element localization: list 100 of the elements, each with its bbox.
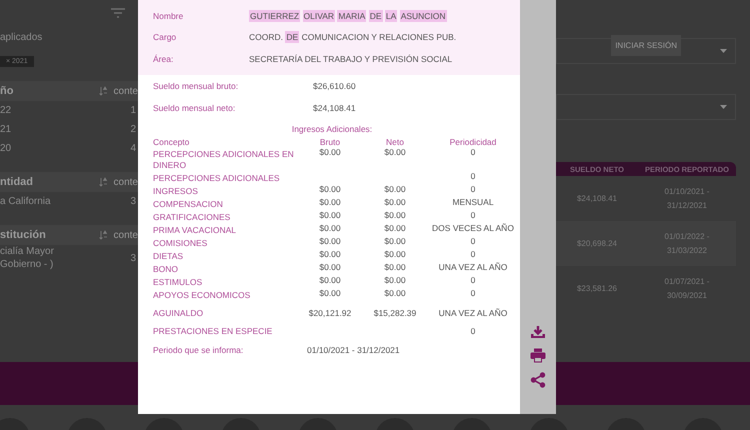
concept-cell-text: GRATIFICACIONES: [153, 210, 232, 222]
table-cell-text: 01/01/2022 - 31/03/2022: [664, 230, 710, 256]
table-cell-text: $0.00: [383, 262, 407, 274]
table-cell-text: $0.00: [318, 274, 342, 286]
section-title: Ingresos Adicionales:: [290, 122, 374, 136]
table-cell-text: $0.00: [383, 288, 407, 300]
filters-label: aplicados: [0, 31, 44, 45]
table-cell-text: 01/07/2021 - 30/09/2021: [664, 276, 710, 302]
facet-count-header: conte: [114, 86, 138, 96]
table-cell-text: 0: [470, 274, 476, 286]
table-cell-text: $0.00: [383, 184, 407, 196]
table-cell-text: 0: [470, 170, 476, 182]
table-cell-text: $0.00: [318, 146, 342, 158]
concept-cell-text: ESTIMULOS: [153, 276, 204, 288]
table-cell-text: $0.00: [318, 196, 342, 208]
facet-item[interactable]: cialía Mayor Gobierno - ): [0, 245, 60, 271]
concept-cell-text: PRESTACIONES EN ESPECIE: [153, 324, 274, 336]
table-cell-text: UNA VEZ AL AÑO: [438, 262, 508, 274]
concept-cell-text: COMPENSACION: [153, 198, 224, 210]
concept-cell-text: PERCEPCIONES ADICIONALES: [153, 172, 281, 184]
column-header: Neto: [385, 136, 405, 146]
sort-icon[interactable]: [98, 86, 108, 96]
field-value: $24,108.41: [313, 102, 357, 112]
field-label: Cargo: [153, 32, 178, 42]
table-cell-text: MENSUAL: [451, 196, 495, 208]
facet-count: 3: [129, 196, 137, 207]
facet-title: ño: [0, 85, 14, 97]
field-label: Sueldo mensual neto:: [153, 102, 236, 112]
table-cell-text: UNA VEZ AL AÑO: [438, 306, 508, 318]
concept-cell-text: INGRESOS: [153, 184, 199, 196]
filter-icon[interactable]: [110, 8, 126, 20]
concept-cell-text: COMISIONES: [153, 236, 208, 248]
table-cell-text: $24,108.41: [576, 194, 618, 203]
facet-item[interactable]: 21: [0, 124, 126, 135]
table-cell-text: $23,581.26: [576, 284, 618, 293]
table-cell-text: 0: [470, 324, 476, 336]
facet-item[interactable]: 22: [0, 105, 126, 116]
dropdown[interactable]: [556, 94, 736, 120]
table-cell-text: $0.00: [318, 184, 342, 196]
facet-count: 3: [129, 252, 137, 264]
field-value: COORD. DE COMUNICACION Y RELACIONES PUB.: [249, 32, 458, 42]
field-label: Área:: [153, 54, 174, 64]
facet-count: 2: [129, 124, 137, 135]
concept-cell-text: AGUINALDO: [153, 306, 204, 318]
table-cell-text: $0.00: [383, 236, 407, 248]
download-icon[interactable]: [530, 325, 546, 339]
table-cell-text: 0: [470, 184, 476, 196]
column-header: Concepto: [153, 136, 190, 146]
concept-cell-text: PERCEPCIONES ADICIONALES EN DINERO: [153, 148, 295, 170]
facet-item[interactable]: a California: [0, 196, 126, 207]
field-value: 01/10/2021 - 31/12/2021: [307, 344, 401, 354]
table-cell-text: $20,121.92: [308, 306, 352, 318]
table-cell-text: 0: [470, 248, 476, 260]
table-cell-text: DOS VECES AL AÑO: [431, 222, 515, 234]
sort-icon[interactable]: [98, 230, 108, 240]
facet-item[interactable]: 20: [0, 143, 126, 154]
field-label: Periodo que se informa:: [153, 344, 244, 354]
column-header: Periodicidad: [448, 136, 498, 146]
table-cell-text: $0.00: [318, 210, 342, 222]
column-header: Bruto: [318, 136, 342, 146]
table-cell-text: $0.00: [383, 146, 407, 158]
table-cell-text: $0.00: [383, 196, 407, 208]
facet-count: 1: [129, 105, 137, 116]
table-cell-text: $0.00: [383, 210, 407, 222]
facet-title: stitución: [0, 229, 47, 241]
print-icon[interactable]: [530, 348, 546, 363]
share-icon[interactable]: [530, 372, 546, 388]
table-cell-text: 0: [470, 236, 476, 248]
concept-cell-text: DIETAS: [153, 250, 184, 262]
field-value: GUTIERREZ OLIVAR MARIA DE LA ASUNCION: [249, 10, 448, 21]
table-cell-text: 01/10/2021 - 31/12/2021: [664, 186, 710, 212]
dropdown[interactable]: INICIAR SESIÓN: [556, 38, 736, 64]
facet-count-header: conte: [114, 176, 138, 188]
facet-count: 4: [129, 143, 137, 154]
field-label: Sueldo mensual bruto:: [153, 80, 240, 90]
table-cell-text: 0: [470, 210, 476, 222]
concept-cell-text: PRIMA VACACIONAL: [153, 224, 237, 236]
table-cell-text: $15,282.39: [372, 306, 418, 318]
sort-icon[interactable]: [98, 177, 108, 187]
table-cell-text: $0.00: [318, 288, 342, 300]
field-value: SECRETARÍA DEL TRABAJO Y PREVISIÓN SOCIAL: [249, 54, 454, 64]
table-cell-text: $0.00: [383, 274, 407, 286]
concept-cell-text: BONO: [153, 262, 180, 274]
field-value: $26,610.60: [313, 80, 357, 90]
table-cell-text: $20,698.24: [576, 239, 618, 248]
facet-count-header: conte: [114, 230, 138, 240]
table-cell-text: $0.00: [318, 222, 342, 234]
login-button[interactable]: INICIAR SESIÓN: [611, 35, 681, 56]
table-cell-text: 0: [470, 146, 476, 158]
table-cell-text: $0.00: [383, 248, 407, 260]
concept-cell-text: APOYOS ECONOMICOS: [153, 288, 252, 300]
table-cell-text: $0.00: [383, 222, 407, 234]
table-cell-text: $0.00: [318, 236, 342, 248]
caret-icon: [720, 49, 727, 53]
facet-title: ntidad: [0, 176, 34, 188]
table-cell-text: $0.00: [318, 248, 342, 260]
table-cell-text: $0.00: [318, 262, 342, 274]
field-label: Nombre: [153, 10, 184, 21]
table-cell-text: 0: [470, 288, 476, 300]
caret-icon: [720, 105, 727, 109]
